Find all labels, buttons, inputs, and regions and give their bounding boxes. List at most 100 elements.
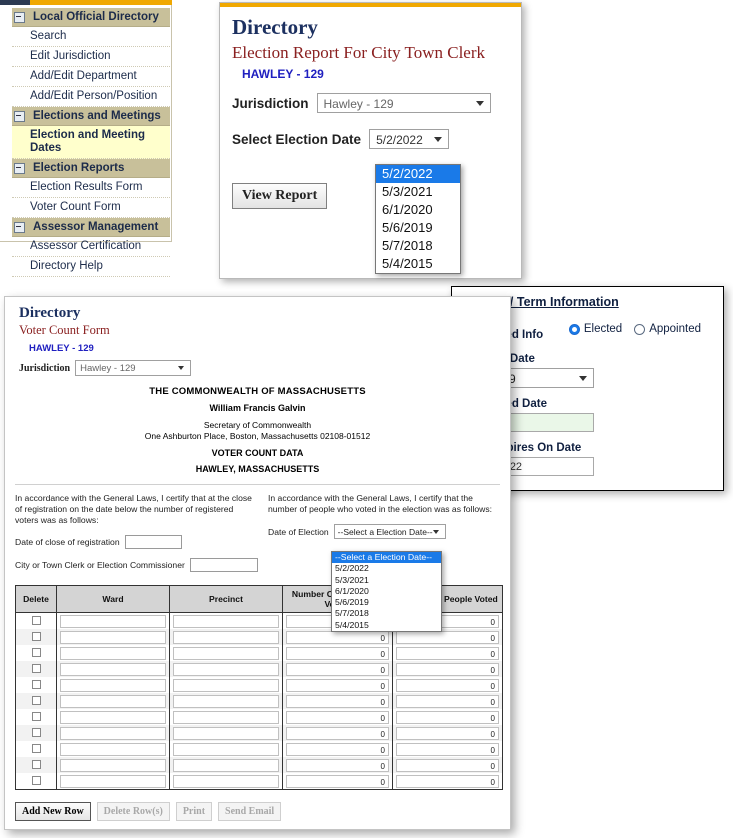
row-delete-checkbox[interactable]: [31, 680, 41, 689]
sidebar-item-add-edit-department[interactable]: Add/Edit Department: [12, 67, 170, 87]
cell-precinct-input[interactable]: [173, 614, 279, 628]
clerk-commissioner-input[interactable]: [189, 558, 258, 572]
table-row: 00: [15, 725, 503, 741]
dropdown-option[interactable]: 5/3/2021: [332, 575, 441, 586]
dropdown-option[interactable]: 5/7/2018: [376, 237, 460, 255]
row-delete-checkbox[interactable]: [31, 728, 41, 737]
sidebar-item-edit-jurisdiction[interactable]: Edit Jurisdiction: [12, 47, 170, 67]
dropdown-option[interactable]: 5/3/2021: [376, 183, 460, 201]
election-date-dropdown-options[interactable]: 5/2/2022 5/3/2021 6/1/2020 5/6/2019 5/7/…: [375, 164, 461, 274]
election-date-select[interactable]: 5/2/2022: [369, 129, 450, 149]
sidebar-item-assessor-certification[interactable]: Assessor Certification: [12, 237, 170, 257]
cell-people-voted-input[interactable]: 0: [396, 710, 499, 724]
cell-ward-input[interactable]: [60, 630, 166, 644]
dropdown-option[interactable]: 5/2/2022: [332, 563, 441, 574]
cell-ward-input[interactable]: [60, 742, 166, 756]
add-new-row-button[interactable]: Add New Row: [15, 802, 91, 821]
dropdown-option[interactable]: 5/6/2019: [332, 597, 441, 608]
voter-jurisdiction-select[interactable]: Hawley - 129: [75, 360, 192, 376]
row-delete-checkbox[interactable]: [31, 760, 41, 769]
sidebar-item-add-edit-person-position[interactable]: Add/Edit Person/Position: [12, 87, 170, 107]
cell-people-voted-input[interactable]: 0: [396, 726, 499, 740]
cell-people-voted-input[interactable]: 0: [396, 662, 499, 676]
dropdown-option[interactable]: 5/4/2015: [376, 255, 460, 273]
cell-registered-voters-input[interactable]: 0: [286, 630, 389, 644]
dropdown-option[interactable]: 6/1/2020: [376, 201, 460, 219]
cell-precinct-input[interactable]: [173, 710, 279, 724]
date-of-election-select[interactable]: --Select a Election Date--: [333, 524, 446, 539]
dropdown-option[interactable]: 6/1/2020: [332, 586, 441, 597]
row-delete-checkbox[interactable]: [31, 776, 41, 785]
sidebar-group-elections-and-meetings[interactable]: Elections and Meetings: [12, 107, 170, 126]
cell-precinct-input[interactable]: [173, 726, 279, 740]
cell-registered-voters-input[interactable]: 0: [286, 726, 389, 740]
date-of-election-dropdown-options[interactable]: --Select a Election Date-- 5/2/2022 5/3/…: [331, 551, 442, 633]
collapse-minus-icon[interactable]: [14, 221, 25, 233]
cell-ward-input[interactable]: [60, 710, 166, 724]
cell-ward-input[interactable]: [60, 726, 166, 740]
jurisdiction-select[interactable]: Hawley - 129: [316, 93, 491, 113]
sidebar-item-search[interactable]: Search: [12, 27, 170, 47]
row-delete-checkbox[interactable]: [31, 664, 41, 673]
send-email-button[interactable]: Send Email: [218, 802, 282, 821]
dropdown-option[interactable]: 5/4/2015: [332, 620, 441, 631]
sidebar-group-assessor-management[interactable]: Assessor Management: [12, 218, 170, 237]
cell-precinct-input[interactable]: [173, 646, 279, 660]
date-close-registration-input[interactable]: [124, 535, 182, 549]
cell-precinct-input[interactable]: [173, 630, 279, 644]
cell-ward-input[interactable]: [60, 662, 166, 676]
cell-registered-voters-input[interactable]: 0: [286, 758, 389, 772]
cell-precinct-input[interactable]: [173, 662, 279, 676]
cell-people-voted-input[interactable]: 0: [396, 646, 499, 660]
row-delete-checkbox[interactable]: [31, 632, 41, 641]
jurisdiction-label: Jurisdiction: [232, 95, 309, 111]
view-report-button[interactable]: View Report: [232, 183, 328, 209]
cell-registered-voters-input[interactable]: 0: [286, 710, 389, 724]
dropdown-option[interactable]: 5/7/2018: [332, 608, 441, 619]
cell-precinct-input[interactable]: [173, 742, 279, 756]
cell-people-voted-input[interactable]: 0: [396, 742, 499, 756]
sidebar-item-voter-count-form[interactable]: Voter Count Form: [12, 198, 170, 218]
delete-rows-button[interactable]: Delete Row(s): [96, 802, 170, 821]
sidebar-item-election-and-meeting-dates[interactable]: Election and Meeting Dates: [12, 126, 170, 159]
sidebar-item-election-results-form[interactable]: Election Results Form: [12, 178, 170, 198]
collapse-minus-icon[interactable]: [14, 11, 25, 23]
row-delete-checkbox[interactable]: [31, 616, 41, 625]
collapse-minus-icon[interactable]: [14, 162, 25, 174]
row-delete-checkbox[interactable]: [31, 744, 41, 753]
dropdown-option[interactable]: 5/2/2022: [376, 165, 460, 183]
cell-people-voted-input[interactable]: 0: [396, 630, 499, 644]
cell-people-voted-input[interactable]: 0: [396, 774, 499, 788]
cell-registered-voters-input[interactable]: 0: [286, 774, 389, 788]
sidebar-item-directory-help[interactable]: Directory Help: [12, 257, 170, 277]
sidebar-group-local-official-directory[interactable]: Local Official Directory: [12, 8, 170, 27]
row-delete-checkbox[interactable]: [31, 696, 41, 705]
collapse-minus-icon[interactable]: [14, 110, 25, 122]
cell-people-voted-input[interactable]: 0: [396, 678, 499, 692]
cell-registered-voters-input[interactable]: 0: [286, 694, 389, 708]
cell-registered-voters-input[interactable]: 0: [286, 662, 389, 676]
cell-registered-voters-input[interactable]: 0: [286, 678, 389, 692]
cell-people-voted-input[interactable]: 0: [396, 694, 499, 708]
cell-ward-input[interactable]: [60, 758, 166, 772]
cell-ward-input[interactable]: [60, 646, 166, 660]
cell-precinct-input[interactable]: [173, 678, 279, 692]
print-button[interactable]: Print: [175, 802, 213, 821]
cell-ward-input[interactable]: [60, 678, 166, 692]
cell-precinct-input[interactable]: [173, 758, 279, 772]
cell-precinct-input[interactable]: [173, 774, 279, 788]
row-delete-checkbox[interactable]: [31, 712, 41, 721]
cell-people-voted-input[interactable]: 0: [396, 758, 499, 772]
cell-precinct-input[interactable]: [173, 694, 279, 708]
dropdown-option[interactable]: 5/6/2019: [376, 219, 460, 237]
cell-ward-input[interactable]: [60, 774, 166, 788]
sidebar-group-election-reports[interactable]: Election Reports: [12, 159, 170, 178]
cell-ward-input[interactable]: [60, 614, 166, 628]
cell-registered-voters-input[interactable]: 0: [286, 646, 389, 660]
row-delete-checkbox[interactable]: [31, 648, 41, 657]
dropdown-option[interactable]: --Select a Election Date--: [332, 552, 441, 564]
cell-ward-input[interactable]: [60, 694, 166, 708]
radio-elected[interactable]: [568, 323, 580, 335]
cell-registered-voters-input[interactable]: 0: [286, 742, 389, 756]
radio-appointed[interactable]: [634, 323, 646, 335]
